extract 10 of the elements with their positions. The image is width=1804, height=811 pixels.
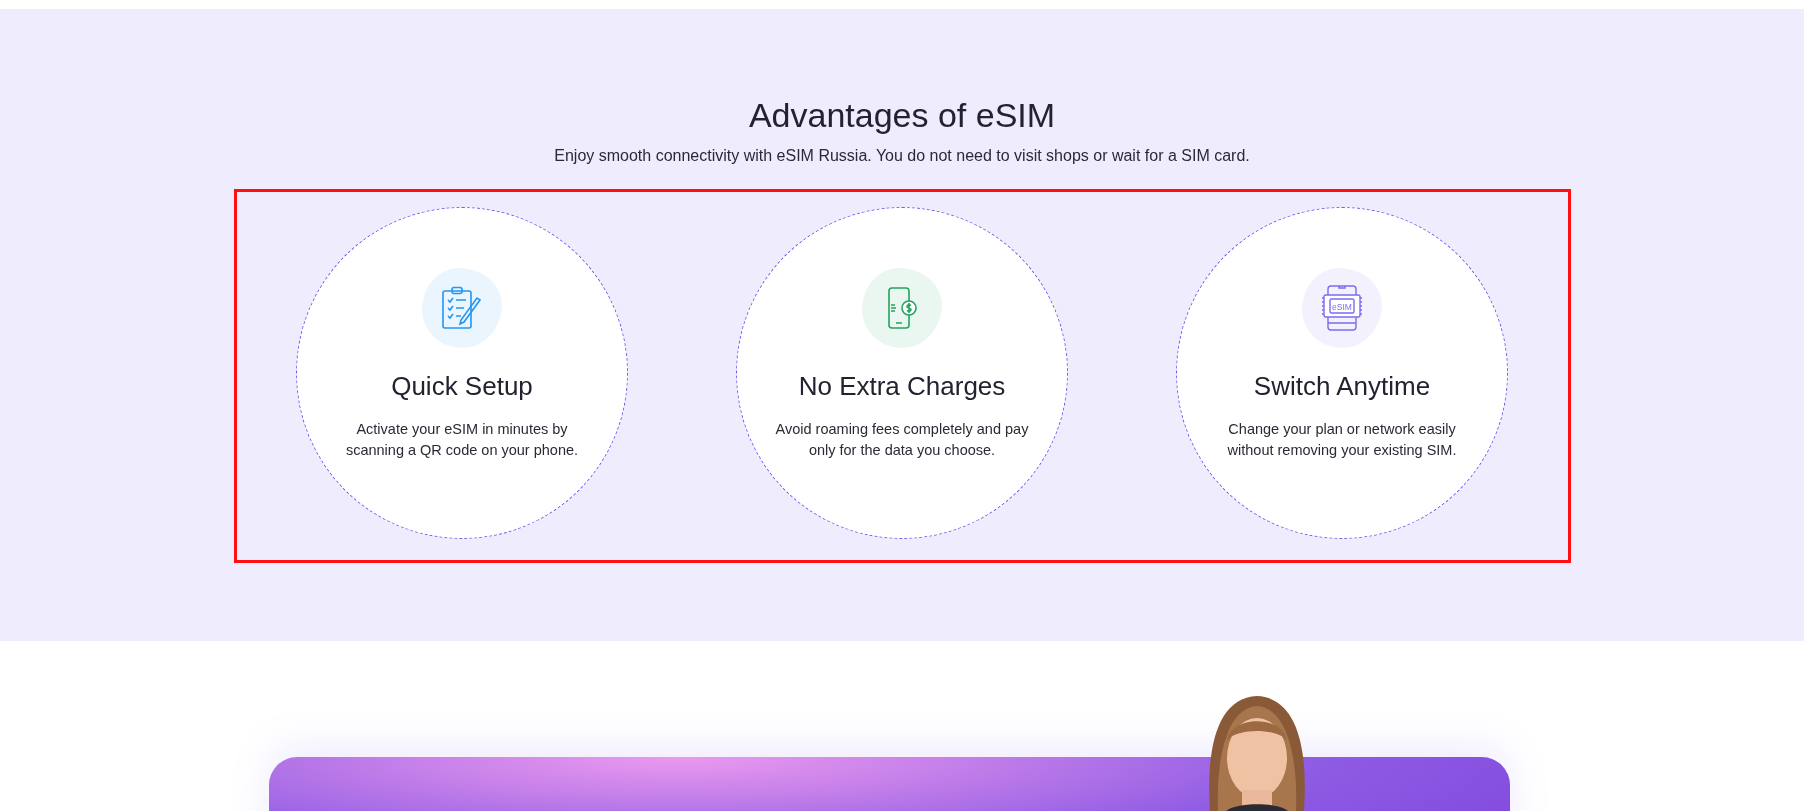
feature-description: Avoid roaming fees completely and pay only for the data you choose.	[774, 420, 1030, 460]
phone-dollar-icon	[885, 287, 919, 329]
feature-title: Switch Anytime	[1253, 370, 1431, 402]
feature-title: No Extra Charges	[798, 370, 1006, 402]
section-title: Advantages of eSIM	[748, 95, 1056, 135]
feature-description: Change your plan or network easily without removing your existing SIM.	[1226, 420, 1458, 460]
feature-description: Activate your eSIM in minutes by scanning a QR code on your phone.	[344, 420, 580, 460]
section-subtitle: Enjoy smooth connectivity with eSIM Russia. You do not need to visit shops or wait for a SIM card.	[554, 146, 1250, 166]
clipboard-icon	[441, 286, 483, 330]
feature-title: Quick Setup	[391, 370, 533, 402]
